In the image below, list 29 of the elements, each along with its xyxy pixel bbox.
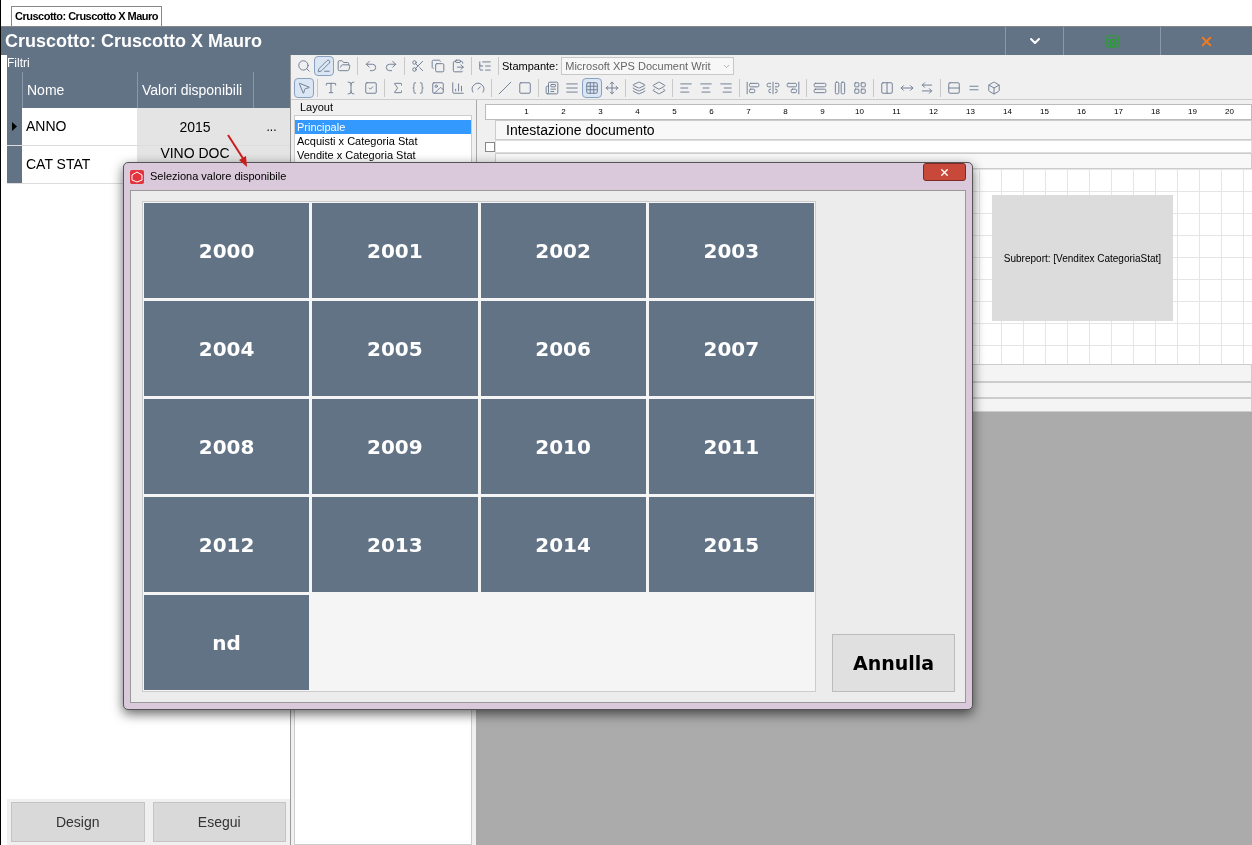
printer-label: Stampante: <box>502 58 559 74</box>
dialog-title: Seleziona valore disponibile <box>150 169 288 185</box>
ruler-number: 4 <box>634 106 641 118</box>
ruler-number: 16 <box>1076 106 1087 118</box>
ruler-number: 1 <box>523 106 530 118</box>
ruler-number: 18 <box>1150 106 1161 118</box>
ruler-number: 13 <box>965 106 976 118</box>
table-cell-text: CAT STAT <box>25 155 92 174</box>
dashboard-title: Cruscotto: Cruscotto X Mauro <box>4 29 263 53</box>
table-cell-text: ANNO <box>25 117 68 136</box>
ruler-number: 10 <box>854 106 865 118</box>
ruler-number: 6 <box>708 106 715 118</box>
ruler-number: 19 <box>1187 106 1198 118</box>
ruler-number: 11 <box>891 106 902 118</box>
ruler-number: 15 <box>1039 106 1050 118</box>
ruler-number: 2 <box>560 106 567 118</box>
layout-group-label: Layout <box>299 100 335 115</box>
ruler-number: 17 <box>1113 106 1124 118</box>
ruler-number: 12 <box>928 106 939 118</box>
ruler-number: 14 <box>1002 106 1013 118</box>
ruler-number: 9 <box>819 106 826 118</box>
ruler-number: 7 <box>745 106 752 118</box>
ruler-number: 8 <box>782 106 789 118</box>
band-header: Intestazione documento <box>495 120 1252 140</box>
ruler-number: 3 <box>597 106 604 118</box>
filters-label: Filtri <box>7 55 31 72</box>
ruler-number: 5 <box>671 106 678 118</box>
column-header: Nome <box>22 72 137 108</box>
ruler-number: 20 <box>1224 106 1235 118</box>
